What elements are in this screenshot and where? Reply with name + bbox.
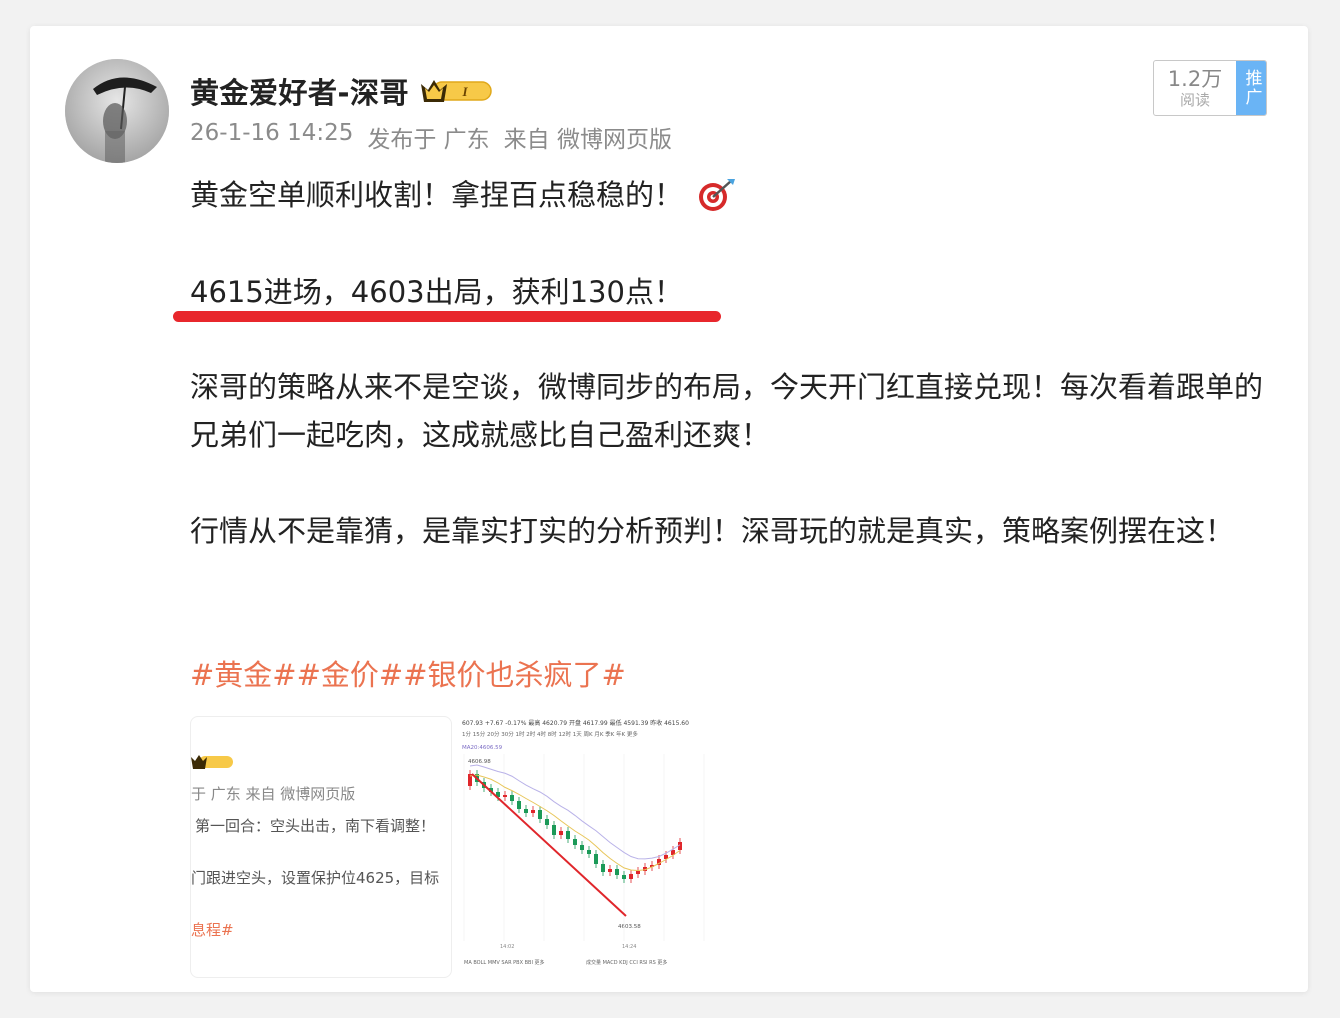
chart-indicators-left: MA BOLL MMV SAR PBX BBI 更多 <box>464 959 545 966</box>
candle-body <box>559 831 563 835</box>
read-count-box: 1.2万 阅读 推广 <box>1153 60 1267 116</box>
candle-body <box>545 819 549 825</box>
promote-button[interactable]: 推广 <box>1236 61 1266 115</box>
chart-periods: 1分 15分 20分 30分 1时 2时 4时 8时 12时 1天 周K 月K … <box>462 730 638 738</box>
target-icon <box>699 179 736 211</box>
author-name[interactable]: 黄金爱好者-深哥 <box>190 70 409 112</box>
post-location: 发布于 广东 <box>367 127 490 153</box>
post-time[interactable]: 26-1-16 14:25 <box>190 120 353 154</box>
post-line-1-text: 黄金空单顺利收割！拿捏百点稳稳的！ <box>190 178 684 212</box>
post-line-1: 黄金空单顺利收割！拿捏百点稳稳的！ <box>190 171 1265 219</box>
chart-high-label: 4606.98 <box>468 759 491 765</box>
candle-body <box>538 810 542 819</box>
candle-body <box>552 825 556 835</box>
vip-crown-icon[interactable]: I <box>419 76 495 106</box>
candle-body <box>601 864 605 872</box>
read-count-value: 1.2万 <box>1167 67 1223 91</box>
candle-body <box>622 875 626 879</box>
thumb1-line2: 门跟进空头，设置保护位4625，目标 <box>191 869 440 887</box>
post-meta: 26-1-16 14:25 发布于 广东 来自 微博网页版 <box>190 120 672 154</box>
post-source: 来自 微博网页版 <box>503 127 672 153</box>
candle-body <box>517 801 521 809</box>
candle-body <box>615 869 619 875</box>
candle-body <box>594 854 598 864</box>
thumb1-line1: 第一回合：空头出击，南下看调整！ <box>195 817 436 835</box>
chart-header: 607.93 +7.67 -0.17% 最高 4620.79 开盘 4617.9… <box>462 719 689 727</box>
vip-level-label: I <box>462 84 469 99</box>
candle-body <box>587 850 591 854</box>
post-hashtags: #黄金##金价##银价也杀疯了# <box>190 651 1265 699</box>
author-row: 黄金爱好者-深哥 I <box>190 70 495 112</box>
chart-time-2: 14:24 <box>622 944 636 950</box>
hashtag-gold[interactable]: #黄金# <box>190 658 297 692</box>
hashtag-silver[interactable]: #银价也杀疯了# <box>403 658 626 692</box>
chart-ma-label: MA20:4606.59 <box>462 745 503 751</box>
thumb1-tag: 息程# <box>191 921 234 939</box>
candle-body <box>629 874 633 879</box>
candle-body <box>524 809 528 813</box>
post-line-2: 4615进场，4603出局，获利130点！ <box>190 275 683 309</box>
red-underline-marker <box>173 311 721 322</box>
candle-body <box>580 845 584 850</box>
candle-body <box>510 795 514 801</box>
post-paragraph-2: 行情从不是靠猜，是靠实打实的分析预判！深哥玩的就是真实，策略案例摆在这！ <box>190 514 1235 548</box>
vip-crown-icon <box>191 755 233 769</box>
read-count-label: 阅读 <box>1179 91 1210 109</box>
candle-body <box>566 831 570 839</box>
gold-candlestick-chart: 607.93 +7.67 -0.17% 最高 4620.79 开盘 4617.9… <box>460 716 728 978</box>
weibo-post-card: 黄金爱好者-深哥 I 26-1-16 14:25 发布于 广东 来自 微博网页版… <box>30 26 1308 992</box>
post-image-2[interactable]: 607.93 +7.67 -0.17% 最高 4620.79 开盘 4617.9… <box>460 716 728 978</box>
thumb1-meta: 于 广东 来自 微博网页版 <box>191 785 356 803</box>
candle-body <box>636 871 640 874</box>
candle-body <box>503 795 507 797</box>
author-avatar[interactable] <box>65 59 169 163</box>
hashtag-gold-price[interactable]: #金价# <box>297 658 404 692</box>
read-count: 1.2万 阅读 <box>1154 61 1236 115</box>
chart-low-label: 4603.58 <box>618 924 641 930</box>
post-image-1[interactable]: 于 广东 来自 微博网页版 第一回合：空头出击，南下看调整！ 门跟进空头，设置保… <box>190 716 452 978</box>
candle-body <box>608 869 612 872</box>
candle-body <box>531 810 535 813</box>
avatar-image <box>65 59 169 163</box>
candle-body <box>573 839 577 845</box>
chart-indicators-right: 成交量 MACD KDJ CCI RSI RS 更多 <box>586 959 667 966</box>
chart-time-1: 14:02 <box>500 944 514 950</box>
post-paragraph-1: 深哥的策略从来不是空谈，微博同步的布局，今天开门红直接兑现！每次看着跟单的兄弟们… <box>190 370 1264 452</box>
